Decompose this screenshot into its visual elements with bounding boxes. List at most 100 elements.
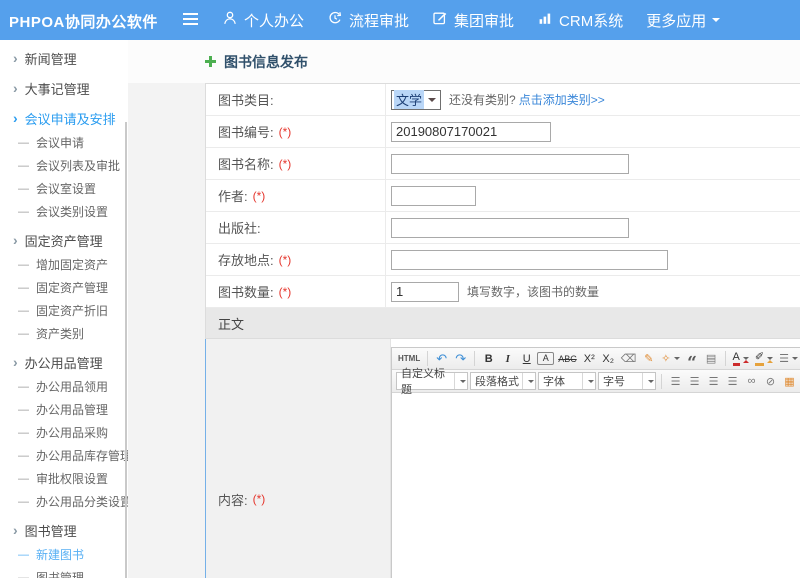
publisher-input[interactable] — [391, 218, 629, 238]
chevron-down-icon — [428, 98, 436, 106]
sidebar-item-fixed-assets[interactable]: › 固定资产管理 — [0, 227, 128, 253]
highlight-color-button[interactable]: ✐ — [753, 350, 775, 368]
sidebar-item-label: 会议室设置 — [36, 180, 96, 197]
field-label: 存放地点: — [218, 250, 274, 269]
strikethrough-button[interactable]: ABC — [556, 350, 579, 368]
nav-more-apps[interactable]: 更多应用 — [646, 10, 720, 31]
ordered-list-button[interactable]: ☰ — [777, 350, 800, 368]
sidebar-item-memorabilia[interactable]: ›大事记管理 — [0, 75, 128, 101]
main-content: 图书信息发布 图书类目: 文学 还没有类别? 点击添加类别>> 图书编号:(*)… — [128, 40, 800, 578]
topbar: PHPOA协同办公软件 个人办公 流程审批 集团审批 CRM系统 更多应用 — [0, 0, 800, 40]
book-category-select[interactable]: 文学 — [391, 90, 441, 110]
sidebar-scrollbar[interactable] — [125, 122, 127, 578]
sidebar-item-supplies-category[interactable]: —办公用品分类设置 — [0, 490, 128, 513]
chevron-right-icon: › — [13, 233, 18, 247]
sidebar-item-meeting-apply[interactable]: —会议申请 — [0, 131, 128, 154]
dash-icon: — — [18, 137, 29, 149]
sidebar-item-news[interactable]: ›新闻管理 — [0, 45, 128, 71]
blockquote-button[interactable]: “ — [684, 350, 701, 368]
sidebar-item-label: 固定资产折旧 — [36, 302, 108, 319]
sidebar-item-meeting[interactable]: ›会议申请及安排 — [0, 105, 128, 131]
chevron-down-icon — [792, 357, 798, 363]
dash-icon: — — [18, 496, 29, 508]
eraser-button[interactable]: ⌫ — [619, 350, 639, 368]
sidebar-item-label: 办公用品领用 — [36, 378, 108, 395]
bar-chart-icon — [537, 10, 553, 30]
sidebar-item-office-supplies[interactable]: ›办公用品管理 — [0, 349, 128, 375]
font-color-button[interactable]: A — [731, 350, 751, 368]
sidebar-item-add-fixed-asset[interactable]: —增加固定资产 — [0, 253, 128, 276]
nav-crm-system[interactable]: CRM系统 — [537, 10, 623, 31]
sidebar-item-fixed-asset-mgmt[interactable]: —固定资产管理 — [0, 276, 128, 299]
sidebar-item-supplies-requisition[interactable]: —办公用品领用 — [0, 375, 128, 398]
chevron-down-icon — [743, 357, 749, 363]
chevron-right-icon: › — [13, 81, 18, 95]
paragraph-format-select[interactable]: 段落格式 — [470, 372, 536, 390]
align-justify-button[interactable]: ☰ — [724, 372, 741, 390]
font-size-select[interactable]: 字号 — [598, 372, 656, 390]
unlink-button[interactable]: ⊘ — [762, 372, 779, 390]
book-number-input[interactable] — [391, 122, 551, 142]
superscript-button[interactable]: X² — [581, 350, 598, 368]
add-category-link[interactable]: 点击添加类别>> — [519, 91, 605, 108]
chevron-down-icon — [528, 380, 534, 386]
sidebar-item-book-mgmt[interactable]: —图书管理 — [0, 566, 128, 578]
auto-typeset-button[interactable]: ✧ — [659, 350, 681, 368]
author-input[interactable] — [391, 186, 476, 206]
redo-button[interactable]: ↷ — [452, 350, 469, 368]
dash-icon: — — [18, 259, 29, 271]
sidebar-item-asset-depreciation[interactable]: — 固定资产折旧 — [0, 299, 128, 322]
form-row-quantity: 图书数量:(*) 填写数字，该图书的数量 — [206, 276, 800, 308]
nav-group-approval[interactable]: 集团审批 — [432, 10, 514, 31]
quantity-input[interactable] — [391, 282, 459, 302]
sidebar-item-supplies-purchase[interactable]: —办公用品采购 — [0, 421, 128, 444]
sidebar-item-label: 办公用品采购 — [36, 424, 108, 441]
align-center-button[interactable]: ☰ — [686, 372, 703, 390]
form-row-publisher: 出版社: — [206, 212, 800, 244]
dash-icon: — — [18, 404, 29, 416]
nav-process-approval[interactable]: 流程审批 — [327, 10, 409, 31]
align-right-button[interactable]: ☰ — [705, 372, 722, 390]
link-button[interactable]: ∞ — [743, 372, 760, 390]
required-mark: (*) — [279, 157, 292, 171]
paste-plain-button[interactable]: ▤ — [703, 350, 720, 368]
format-painter-button[interactable]: ✎ — [640, 350, 657, 368]
custom-title-select[interactable]: 自定义标题 — [396, 372, 468, 390]
sidebar-item-meeting-category[interactable]: —会议类别设置 — [0, 200, 128, 223]
user-icon — [222, 10, 238, 30]
sidebar-item-meeting-room[interactable]: —会议室设置 — [0, 177, 128, 200]
font-border-button[interactable]: A — [537, 352, 554, 365]
book-name-input[interactable] — [391, 154, 629, 174]
row-accent-border — [205, 339, 206, 578]
history-icon — [327, 10, 343, 30]
align-left-button[interactable]: ☰ — [667, 372, 684, 390]
page-title: 图书信息发布 — [224, 52, 308, 72]
font-family-select[interactable]: 字体 — [538, 372, 596, 390]
underline-button[interactable]: U — [518, 350, 535, 368]
sidebar-item-books[interactable]: ›图书管理 — [0, 517, 128, 543]
sidebar-item-label: 会议类别设置 — [36, 203, 108, 220]
dash-icon: — — [18, 305, 29, 317]
sidebar-item-new-book[interactable]: —新建图书 — [0, 543, 128, 566]
bold-button[interactable]: B — [480, 350, 497, 368]
sidebar-item-label: 固定资产管理 — [25, 231, 103, 250]
italic-button[interactable]: I — [499, 350, 516, 368]
sidebar-item-approval-permission[interactable]: —审批权限设置 — [0, 467, 128, 490]
body-section-label: 正文 — [218, 314, 244, 333]
chevron-down-icon — [674, 357, 680, 363]
subscript-button[interactable]: X₂ — [600, 350, 617, 368]
sidebar-item-supplies-inventory[interactable]: —办公用品库存管理 — [0, 444, 128, 467]
menu-hamburger-icon[interactable] — [183, 13, 198, 28]
sidebar: ›新闻管理 ›大事记管理 ›会议申请及安排 —会议申请 —会议列表及审批 —会议… — [0, 40, 128, 578]
sidebar-item-meeting-list[interactable]: —会议列表及审批 — [0, 154, 128, 177]
sidebar-item-label: 新闻管理 — [25, 49, 77, 68]
editor-content[interactable] — [392, 393, 800, 578]
field-label: 图书类目: — [218, 90, 274, 109]
sidebar-item-asset-category[interactable]: —资产类别 — [0, 322, 128, 345]
chevron-down-icon — [767, 357, 773, 363]
sidebar-item-supplies-mgmt[interactable]: —办公用品管理 — [0, 398, 128, 421]
storage-location-input[interactable] — [391, 250, 668, 270]
image-button[interactable]: ▦ — [781, 372, 798, 390]
nav-personal-office[interactable]: 个人办公 — [222, 10, 304, 31]
dash-icon: — — [18, 160, 29, 172]
